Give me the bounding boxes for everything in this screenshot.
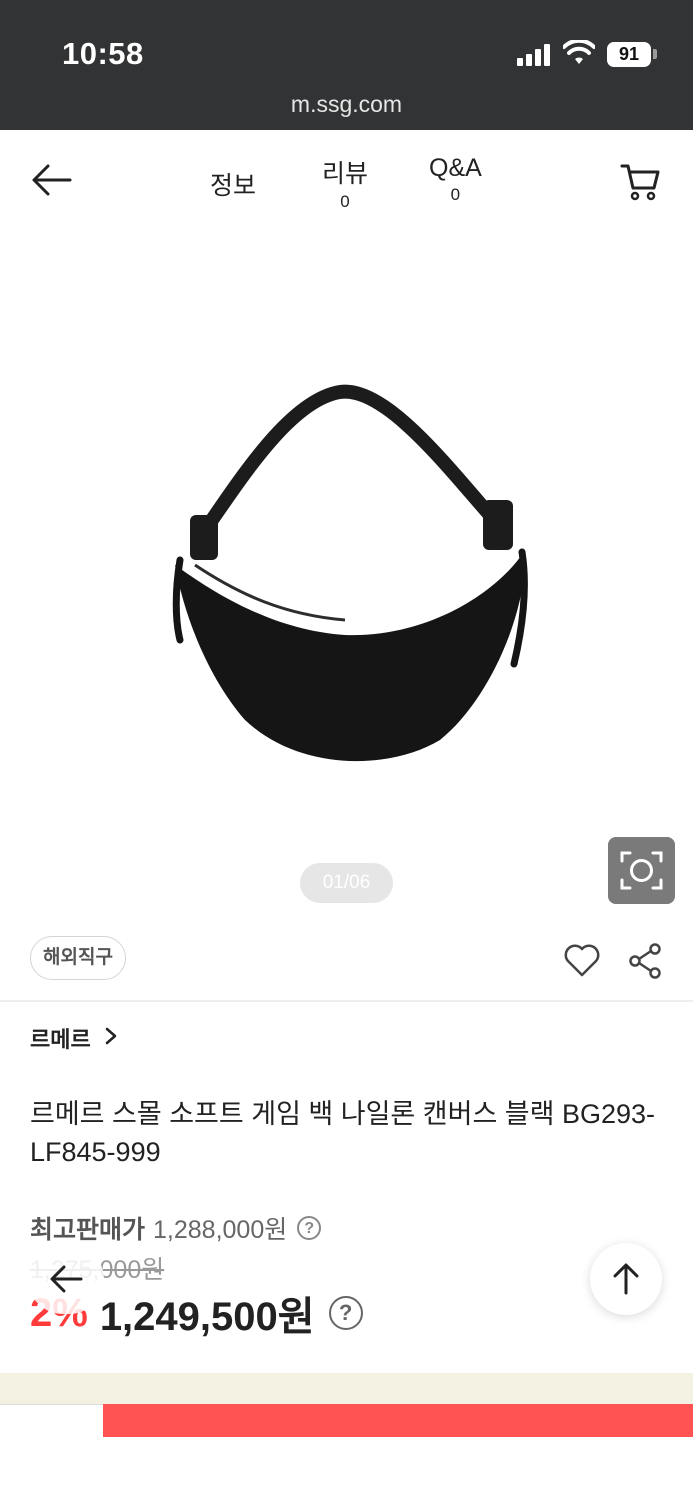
floating-back-button[interactable]	[28, 1244, 104, 1314]
tab-review[interactable]: 리뷰 0	[322, 154, 368, 212]
scroll-top-button[interactable]	[590, 1243, 662, 1315]
buy-button[interactable]	[103, 1404, 693, 1437]
tab-qna-label: Q&A	[429, 154, 482, 182]
max-price-row: 최고판매가 1,288,000원 ?	[30, 1210, 322, 1246]
max-price-value: 1,288,000원	[153, 1216, 288, 1244]
tab-qna[interactable]: Q&A 0	[429, 154, 482, 205]
sale-price: 1,249,500원	[99, 1295, 315, 1339]
back-arrow-icon	[50, 1265, 83, 1293]
promo-banner[interactable]	[0, 1373, 693, 1408]
chevron-right-icon[interactable]	[104, 1026, 118, 1046]
product-nav: 정보 리뷰 0 Q&A 0	[0, 130, 693, 230]
help-icon[interactable]: ?	[328, 1296, 363, 1330]
battery-level: 91	[607, 42, 651, 67]
tab-qna-count: 0	[450, 185, 461, 204]
brand-link[interactable]: 르메르	[30, 1022, 91, 1054]
battery-icon	[653, 49, 657, 59]
status-bar: 10:58 91 m.ssg.com	[0, 0, 693, 130]
divider	[0, 1000, 693, 1002]
product-image	[172, 384, 528, 762]
image-pager: 01/06	[300, 863, 393, 903]
tab-info-label: 정보	[210, 172, 257, 200]
heart-icon[interactable]	[563, 942, 601, 978]
product-title: 르메르 스몰 소프트 게임 백 나일론 캔버스 블랙 BG293-LF845-9…	[30, 1099, 656, 1167]
cellular-signal-icon	[517, 42, 550, 66]
tab-review-label: 리뷰	[322, 160, 369, 188]
wifi-icon	[563, 40, 595, 64]
product-gallery[interactable]: 01/06	[0, 230, 693, 920]
max-price-label: 최고판매가	[30, 1216, 146, 1244]
back-arrow-icon[interactable]	[30, 162, 72, 198]
overseas-direct-badge: 해외직구	[30, 936, 126, 980]
browser-url[interactable]: m.ssg.com	[0, 91, 693, 118]
share-icon[interactable]	[627, 942, 663, 980]
status-time: 10:58	[62, 36, 144, 71]
camera-search-icon[interactable]	[608, 837, 675, 904]
cart-icon[interactable]	[619, 160, 661, 202]
tab-info[interactable]: 정보	[210, 166, 256, 202]
help-icon[interactable]: ?	[297, 1216, 322, 1240]
tab-review-count: 0	[340, 192, 350, 211]
scroll-top-icon	[613, 1263, 639, 1295]
